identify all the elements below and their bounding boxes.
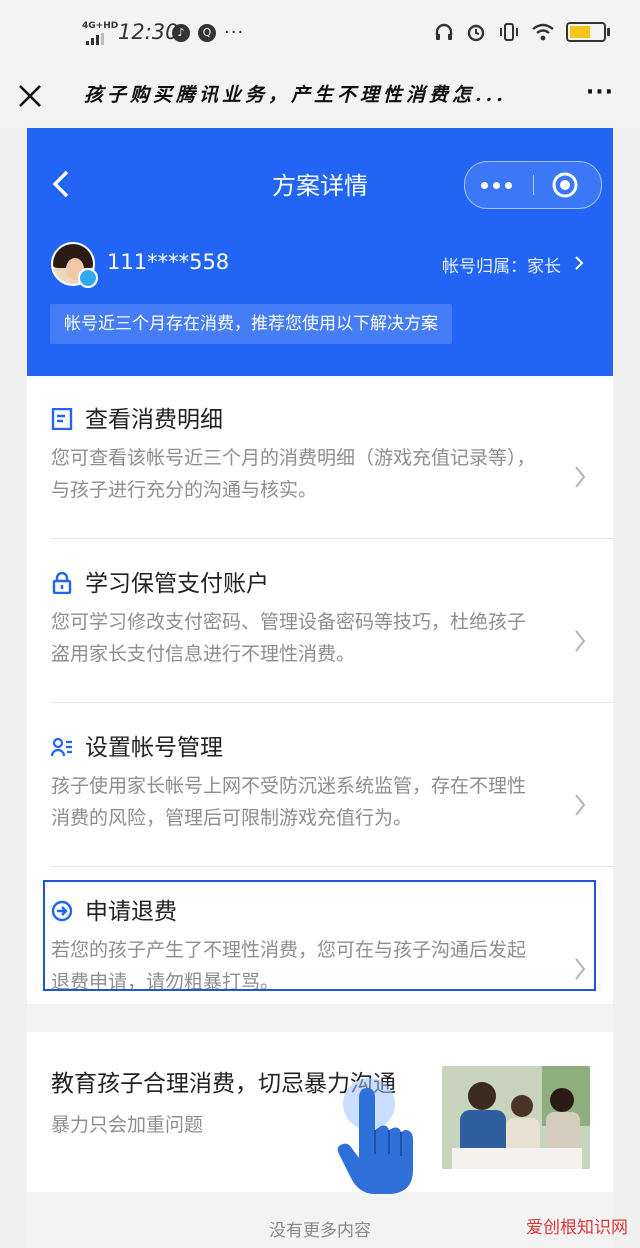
divider <box>51 538 613 539</box>
signal-icon <box>86 33 104 45</box>
chevron-right-icon <box>575 630 586 652</box>
search-app-icon: Q <box>198 23 216 42</box>
item-title: 设置帐号管理 <box>85 735 223 761</box>
chevron-right-icon <box>575 794 586 816</box>
divider <box>51 866 613 867</box>
tap-hand-icon <box>337 1078 413 1194</box>
mini-program-capsule <box>464 161 602 209</box>
item-title: 学习保管支付账户 <box>85 571 269 597</box>
article-thumbnail <box>442 1066 590 1169</box>
status-bar: 4G+HD 12:30 ♪ Q ··· <box>0 0 640 64</box>
document-icon <box>51 408 73 430</box>
title-bar: 孩子购买腾讯业务，产生不理性消费怎... ··· <box>0 64 640 128</box>
item-description: 孩子使用家长帐号上网不受防沉迷系统监管，存在不理性消费的风险，管理后可限制游戏充… <box>51 775 527 829</box>
account-number: 111****558 <box>107 250 230 274</box>
status-time: 12:30 <box>118 20 179 44</box>
highlight-box <box>43 880 596 991</box>
header-panel: 方案详情 111****558 帐号归属：家长 帐号近三个月存在消费，推荐您使用… <box>27 128 613 376</box>
vibrate-icon <box>500 23 518 41</box>
watermark: 爱创根知识网 <box>526 1218 628 1238</box>
item-description: 您可学习修改支付密码、管理设备密码等技巧，杜绝孩子盗用家长支付信息进行不理性消费… <box>51 611 527 665</box>
network-indicator: 4G+HD <box>82 21 119 31</box>
lock-icon <box>52 572 72 594</box>
music-icon: ♪ <box>172 23 190 42</box>
owner-label: 帐号归属：家长 <box>442 257 561 277</box>
close-icon[interactable] <box>14 80 46 112</box>
more-notifications-icon: ··· <box>224 22 245 43</box>
window-title: 孩子购买腾讯业务，产生不理性消费怎... <box>84 84 507 106</box>
alarm-icon <box>467 24 485 42</box>
battery-icon <box>566 22 610 42</box>
article-subtitle: 暴力只会加重问题 <box>51 1114 204 1136</box>
capsule-divider <box>533 175 534 195</box>
section-gap <box>27 1004 613 1032</box>
chevron-right-icon <box>575 466 586 488</box>
chevron-right-icon <box>575 256 584 270</box>
headphones-icon <box>435 23 453 40</box>
qq-badge-icon <box>78 268 98 288</box>
divider <box>51 702 613 703</box>
capsule-close-icon[interactable] <box>551 171 579 199</box>
notice-banner: 帐号近三个月存在消费，推荐您使用以下解决方案 <box>50 304 452 344</box>
more-menu-button[interactable]: ··· <box>586 80 614 105</box>
list-item-consumption-detail[interactable]: 查看消费明细 您可查看该帐号近三个月的消费明细（游戏充值记录等），与孩子进行充分… <box>27 396 613 556</box>
item-description: 您可查看该帐号近三个月的消费明细（游戏充值记录等），与孩子进行充分的沟通与核实。 <box>51 447 536 501</box>
wifi-icon <box>532 23 554 41</box>
user-list-icon <box>51 737 72 757</box>
content-card: 方案详情 111****558 帐号归属：家长 帐号近三个月存在消费，推荐您使用… <box>27 128 613 1248</box>
item-title: 查看消费明细 <box>85 407 223 433</box>
list-item-payment-account[interactable]: 学习保管支付账户 您可学习修改支付密码、管理设备密码等技巧，杜绝孩子盗用家长支付… <box>27 560 613 720</box>
capsule-more-button[interactable] <box>481 170 521 200</box>
list-item-account-management[interactable]: 设置帐号管理 孩子使用家长帐号上网不受防沉迷系统监管，存在不理性消费的风险，管理… <box>27 724 613 884</box>
